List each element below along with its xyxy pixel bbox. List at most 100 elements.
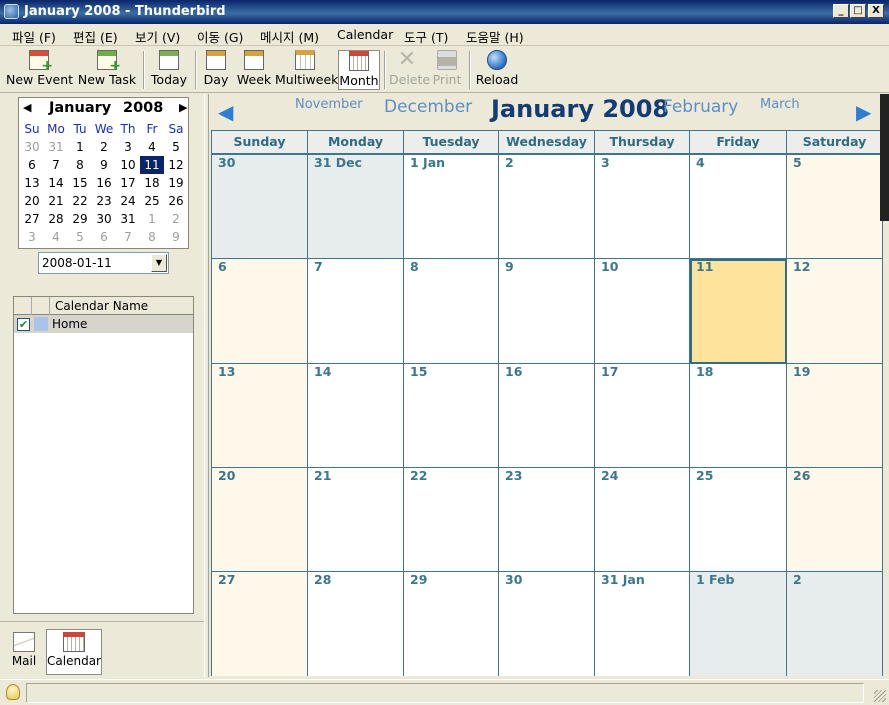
calendar-mode-button[interactable]: Calendar xyxy=(46,629,102,675)
day-cell[interactable]: 21 xyxy=(308,468,404,572)
mini-day-cell[interactable]: 1 xyxy=(140,210,164,228)
column-calendar-name[interactable]: Calendar Name xyxy=(55,299,148,313)
close-button[interactable]: X xyxy=(868,4,884,18)
menu-help[interactable]: 도움말 (H) xyxy=(466,27,524,46)
menu-calendar[interactable]: Calendar xyxy=(337,27,393,42)
mini-day-cell[interactable]: 30 xyxy=(92,210,116,228)
mini-day-cell[interactable]: 23 xyxy=(92,192,116,210)
mini-day-cell[interactable]: 2 xyxy=(92,138,116,156)
day-cell[interactable]: 4 xyxy=(690,155,787,259)
mini-day-cell[interactable]: 7 xyxy=(44,156,68,174)
prev-month-arrow-icon[interactable]: ◀ xyxy=(218,100,233,124)
mini-day-cell[interactable]: 24 xyxy=(116,192,140,210)
day-cell[interactable]: 23 xyxy=(499,468,595,572)
mini-day-cell[interactable]: 6 xyxy=(20,156,44,174)
day-cell[interactable]: 28 xyxy=(308,572,404,676)
day-cell[interactable]: 26 xyxy=(787,468,882,572)
mini-day-cell[interactable]: 19 xyxy=(164,174,188,192)
date-picker-value[interactable]: 2008-01-11 xyxy=(42,256,112,270)
day-cell[interactable]: 13 xyxy=(212,364,308,468)
day-cell[interactable]: 7 xyxy=(308,259,404,364)
day-cell[interactable]: 24 xyxy=(595,468,690,572)
mini-day-cell[interactable]: 9 xyxy=(92,156,116,174)
day-cell[interactable]: 2 xyxy=(787,572,882,676)
day-cell-today[interactable]: 11 xyxy=(690,259,787,364)
day-cell[interactable]: 1 Jan xyxy=(404,155,499,259)
mini-day-cell[interactable]: 17 xyxy=(116,174,140,192)
mini-day-cell[interactable]: 4 xyxy=(44,228,68,246)
mini-day-cell[interactable]: 6 xyxy=(92,228,116,246)
column-check[interactable] xyxy=(14,297,32,315)
reload-button[interactable]: Reload xyxy=(475,50,519,90)
day-cell[interactable]: 3 xyxy=(595,155,690,259)
day-cell[interactable]: 18 xyxy=(690,364,787,468)
mini-day-cell[interactable]: 15 xyxy=(68,174,92,192)
day-cell[interactable]: 27 xyxy=(212,572,308,676)
menu-message[interactable]: 메시지 (M) xyxy=(260,27,319,46)
mini-next-month-arrow-icon[interactable]: ▶ xyxy=(179,101,187,114)
mini-day-cell[interactable]: 30 xyxy=(20,138,44,156)
nav-month-march[interactable]: March xyxy=(760,97,800,112)
mini-day-cell[interactable]: 7 xyxy=(116,228,140,246)
day-view-button[interactable]: Day xyxy=(201,50,231,90)
day-cell[interactable]: 14 xyxy=(308,364,404,468)
mini-day-cell[interactable]: 18 xyxy=(140,174,164,192)
nav-month-december[interactable]: December xyxy=(384,97,472,117)
mini-day-cell[interactable]: 12 xyxy=(164,156,188,174)
mini-day-cell[interactable]: 5 xyxy=(164,138,188,156)
day-cell[interactable]: 12 xyxy=(787,259,882,364)
calendar-list-item[interactable]: ✔ Home xyxy=(14,315,193,333)
mini-day-cell[interactable]: 28 xyxy=(44,210,68,228)
day-cell[interactable]: 1 Feb xyxy=(690,572,787,676)
mini-day-cell[interactable]: 1 xyxy=(68,138,92,156)
chevron-down-icon[interactable]: ▼ xyxy=(151,254,167,272)
day-cell[interactable]: 15 xyxy=(404,364,499,468)
day-cell[interactable]: 10 xyxy=(595,259,690,364)
mini-day-cell[interactable]: 31 xyxy=(44,138,68,156)
day-cell[interactable]: 16 xyxy=(499,364,595,468)
day-cell[interactable]: 30 xyxy=(212,155,308,259)
day-cell[interactable]: 20 xyxy=(212,468,308,572)
mini-day-cell[interactable]: 20 xyxy=(20,192,44,210)
date-picker[interactable]: 2008-01-11 ▼ xyxy=(38,252,169,274)
mini-day-cell[interactable]: 8 xyxy=(68,156,92,174)
today-button[interactable]: Today xyxy=(149,50,189,90)
mini-day-cell[interactable]: 14 xyxy=(44,174,68,192)
mini-day-cell[interactable]: 9 xyxy=(164,228,188,246)
day-cell[interactable]: 31 Jan xyxy=(595,572,690,676)
maximize-button[interactable]: □ xyxy=(850,4,866,18)
calendar-checkbox[interactable]: ✔ xyxy=(17,318,30,331)
mini-day-cell[interactable]: 25 xyxy=(140,192,164,210)
print-button[interactable]: Print xyxy=(431,50,463,90)
week-view-button[interactable]: Week xyxy=(236,50,272,90)
menu-file[interactable]: 파일 (F) xyxy=(12,27,56,46)
nav-month-november[interactable]: November xyxy=(295,97,363,112)
resize-grip-icon[interactable] xyxy=(874,690,886,702)
mail-mode-button[interactable]: Mail xyxy=(8,632,40,672)
day-cell[interactable]: 29 xyxy=(404,572,499,676)
day-cell[interactable]: 30 xyxy=(499,572,595,676)
minimize-button[interactable]: _ xyxy=(833,4,849,18)
mini-day-cell[interactable]: 16 xyxy=(92,174,116,192)
mini-day-cell[interactable]: 5 xyxy=(68,228,92,246)
menu-go[interactable]: 이동 (G) xyxy=(197,27,243,46)
mini-day-cell[interactable]: 3 xyxy=(116,138,140,156)
day-cell[interactable]: 8 xyxy=(404,259,499,364)
day-cell[interactable]: 5 xyxy=(787,155,882,259)
new-event-button[interactable]: + New Event xyxy=(6,50,73,90)
mini-day-cell[interactable]: 11 xyxy=(140,156,164,174)
day-cell[interactable]: 17 xyxy=(595,364,690,468)
mini-day-cell[interactable]: 3 xyxy=(20,228,44,246)
mini-day-cell[interactable]: 27 xyxy=(20,210,44,228)
menu-view[interactable]: 보기 (V) xyxy=(135,27,180,46)
mini-day-cell[interactable]: 21 xyxy=(44,192,68,210)
day-cell[interactable]: 6 xyxy=(212,259,308,364)
mini-day-cell[interactable]: 26 xyxy=(164,192,188,210)
mini-calendar-year[interactable]: 2008 xyxy=(123,100,163,116)
mini-day-cell[interactable]: 2 xyxy=(164,210,188,228)
next-month-arrow-icon[interactable]: ▶ xyxy=(856,100,871,124)
day-cell[interactable]: 19 xyxy=(787,364,882,468)
new-task-button[interactable]: + New Task xyxy=(76,50,138,90)
day-cell[interactable]: 31 Dec xyxy=(308,155,404,259)
day-cell[interactable]: 22 xyxy=(404,468,499,572)
